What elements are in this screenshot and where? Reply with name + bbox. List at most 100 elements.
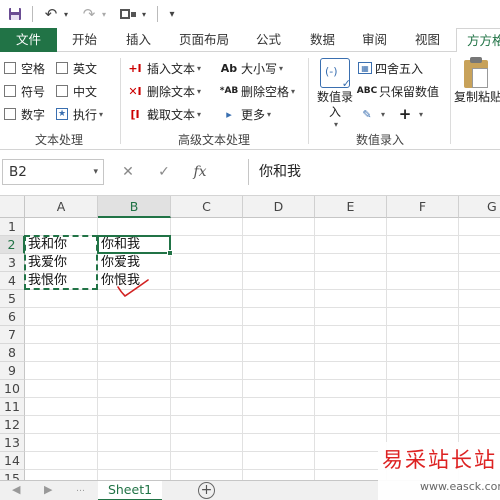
- row-header-10[interactable]: 10: [0, 380, 25, 398]
- round-button[interactable]: ▦ 四舍五入: [358, 58, 423, 78]
- column-header-d[interactable]: D: [243, 196, 315, 218]
- enter-icon[interactable]: ✓: [146, 164, 182, 180]
- column-header-a[interactable]: A: [25, 196, 98, 218]
- more-button[interactable]: ▸ 更多 ▾: [220, 104, 271, 124]
- row-header-11[interactable]: 11: [0, 398, 25, 416]
- delete-text-button[interactable]: ✕I 删除文本 ▾: [126, 81, 201, 101]
- column-header-c[interactable]: C: [171, 196, 243, 218]
- tab-data[interactable]: 数据: [310, 28, 335, 52]
- add-sheet-icon[interactable]: +: [198, 482, 215, 499]
- gridline: [25, 307, 500, 308]
- checkbox-icon: [4, 85, 16, 97]
- gridline: [25, 343, 500, 344]
- execute-button[interactable]: ★ 执行 ▾: [56, 104, 103, 124]
- checkbox-icon: [4, 108, 16, 120]
- select-all-corner[interactable]: [0, 196, 25, 218]
- case-icon: Ab: [220, 61, 238, 75]
- case-button[interactable]: Ab 大小写 ▾: [220, 58, 283, 78]
- chevron-down-icon: ▾: [333, 120, 338, 129]
- formula-buttons: ✕ ✓ fx: [110, 159, 245, 185]
- formula-bar: B2 ▾ ✕ ✓ fx 你和我: [0, 150, 500, 196]
- tab-view[interactable]: 视图: [415, 28, 440, 52]
- tab-review[interactable]: 审阅: [362, 28, 387, 52]
- tab-formulas[interactable]: 公式: [256, 28, 281, 52]
- more-icon: ▸: [226, 107, 232, 121]
- row-header-7[interactable]: 7: [0, 326, 25, 344]
- symbol-checkbox[interactable]: 符号: [4, 81, 45, 101]
- space-checkbox[interactable]: 空格: [4, 58, 45, 78]
- undo-dropdown-icon[interactable]: ▾: [61, 3, 71, 25]
- active-cell-border: [97, 235, 171, 254]
- gridline: [25, 379, 500, 380]
- separator: [32, 6, 33, 22]
- redo-icon[interactable]: ↷: [79, 3, 99, 25]
- row-header-12[interactable]: 12: [0, 416, 25, 434]
- tab-file[interactable]: 文件: [0, 28, 57, 52]
- watermark-title: 易采站长站: [382, 448, 497, 472]
- separator: [157, 6, 158, 22]
- clipboard-icon: [464, 57, 488, 88]
- row-header-9[interactable]: 9: [0, 362, 25, 380]
- abc-icon: ABC: [356, 86, 378, 96]
- column-header-f[interactable]: F: [387, 196, 459, 218]
- row-header-15[interactable]: 15: [0, 470, 25, 480]
- prev-sheet-icon[interactable]: ◀: [12, 483, 20, 496]
- column-header-e[interactable]: E: [315, 196, 387, 218]
- gridline: [25, 361, 500, 362]
- edit-value-button[interactable]: ✎ ▾: [358, 104, 385, 124]
- extract-text-button[interactable]: [I 截取文本 ▾: [126, 104, 201, 124]
- row-header-2[interactable]: 2: [0, 236, 25, 254]
- chevron-down-icon: ▾: [267, 109, 272, 119]
- customize-icon[interactable]: [117, 3, 139, 25]
- gridline: [25, 415, 500, 416]
- save-icon[interactable]: [6, 3, 24, 25]
- delete-text-icon: ✕I: [128, 84, 142, 98]
- redo-dropdown-icon[interactable]: ▾: [99, 3, 109, 25]
- cancel-icon[interactable]: ✕: [110, 164, 146, 180]
- english-checkbox[interactable]: 英文: [56, 58, 97, 78]
- tab-fangfangge[interactable]: 方方格: [456, 28, 500, 53]
- row-header-13[interactable]: 13: [0, 434, 25, 452]
- checkbox-icon: [56, 62, 68, 74]
- row-header-3[interactable]: 3: [0, 254, 25, 272]
- sheet-tab-sheet1[interactable]: Sheet1: [98, 481, 162, 500]
- chevron-down-icon: ▾: [291, 86, 296, 96]
- more-commands-icon[interactable]: ▾: [166, 3, 178, 25]
- copy-paste-button[interactable]: 复制粘贴: [454, 57, 500, 128]
- number-checkbox[interactable]: 数字: [4, 104, 45, 124]
- name-box[interactable]: B2 ▾: [2, 159, 104, 185]
- insert-function-icon[interactable]: fx: [182, 164, 218, 180]
- chevron-down-icon: ▾: [197, 63, 202, 73]
- column-header-g[interactable]: G: [459, 196, 500, 218]
- gridline: [386, 218, 387, 480]
- spreadsheet-grid: A B C D E F G 1 2 3 4 5 6 7 8 9 10 11 12…: [0, 196, 500, 480]
- next-sheet-icon[interactable]: ▶: [44, 483, 52, 496]
- formula-input[interactable]: 你和我: [248, 159, 500, 185]
- customize-dropdown-icon[interactable]: ▾: [139, 3, 149, 25]
- keep-value-button[interactable]: ABC 只保留数值: [356, 81, 439, 101]
- chevron-down-icon[interactable]: ▾: [93, 160, 98, 184]
- tab-home[interactable]: 开始: [72, 28, 97, 52]
- checkbox-icon: [4, 62, 16, 74]
- row-header-4[interactable]: 4: [0, 272, 25, 290]
- column-header-b[interactable]: B: [98, 196, 171, 218]
- chevron-down-icon: ▾: [197, 86, 202, 96]
- round-icon: ▦: [358, 62, 372, 74]
- undo-icon[interactable]: ↶: [41, 3, 61, 25]
- row-header-8[interactable]: 8: [0, 344, 25, 362]
- row-header-14[interactable]: 14: [0, 452, 25, 470]
- row-header-6[interactable]: 6: [0, 308, 25, 326]
- insert-text-button[interactable]: +I 插入文本 ▾: [126, 58, 201, 78]
- ellipsis-icon[interactable]: …: [76, 484, 85, 494]
- checkmark-annotation-icon: [117, 279, 149, 298]
- fill-handle[interactable]: [167, 250, 173, 256]
- add-value-button[interactable]: + ▾: [396, 104, 423, 124]
- delete-spaces-button[interactable]: *AB 删除空格 ▾: [220, 81, 295, 101]
- tab-page-layout[interactable]: 页面布局: [179, 28, 229, 52]
- cell-b3[interactable]: 你爱我: [98, 254, 140, 272]
- chinese-checkbox[interactable]: 中文: [56, 81, 97, 101]
- tab-insert[interactable]: 插入: [126, 28, 151, 52]
- row-header-5[interactable]: 5: [0, 290, 25, 308]
- row-header-1[interactable]: 1: [0, 218, 25, 236]
- numeric-entry-button[interactable]: (-) ✓ 数值录入 ▾: [314, 58, 356, 129]
